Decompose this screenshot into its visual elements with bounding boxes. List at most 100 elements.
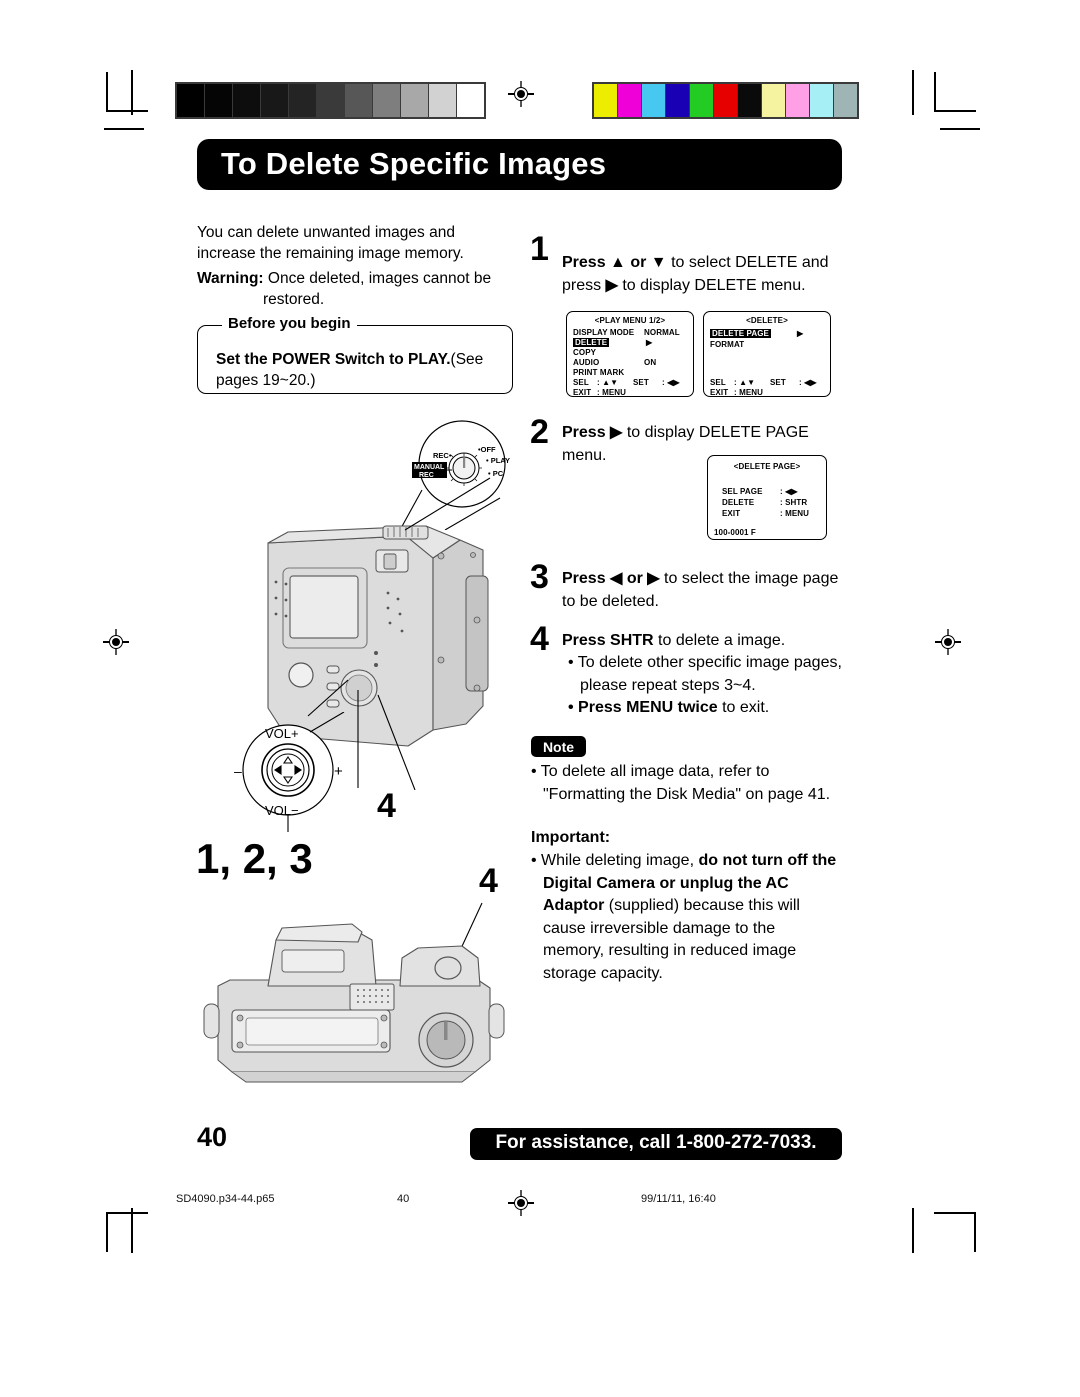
important-line-6: storage capacity. bbox=[543, 964, 663, 982]
page-number: 40 bbox=[197, 1122, 228, 1152]
grayscale-swatch bbox=[345, 84, 372, 117]
lcd-play-sel-value: : ▲▼ bbox=[597, 378, 619, 387]
lcd-dp-row-exit-value: : MENU bbox=[780, 509, 810, 518]
lcd-play-row-printmark: PRINT MARK bbox=[573, 368, 625, 377]
lcd-play-delete-highlight: DELETE bbox=[573, 338, 610, 347]
lcd-dp-file-counter: 100-0001 F bbox=[714, 528, 756, 537]
lcd-play-set-value: : ◀▶ bbox=[662, 378, 680, 387]
right-arrow-icon-3: ▶ bbox=[647, 570, 660, 587]
lcd-delete-page-highlight: DELETE PAGE bbox=[710, 329, 771, 338]
lcd-delete-row-format: FORMAT bbox=[710, 340, 745, 349]
before-you-begin-body: Set the POWER Switch to PLAY.(See pages … bbox=[216, 349, 516, 391]
lcd-delete-sel: SEL bbox=[710, 378, 726, 387]
important-line-3: Adaptor (supplied) because this will bbox=[531, 895, 861, 918]
step-4-bullet-2-bold: • Press MENU twice bbox=[568, 699, 718, 716]
crop-mark-top-right-h bbox=[934, 110, 976, 112]
dial-label-off: •OFF bbox=[478, 445, 496, 454]
color-swatch bbox=[642, 84, 665, 117]
before-you-begin-bold: Set the POWER Switch to PLAY. bbox=[216, 351, 451, 368]
step-4-number: 4 bbox=[530, 620, 549, 658]
crop-mark-bottom-left-h bbox=[106, 1212, 148, 1214]
lcd-play-row-copy: COPY bbox=[573, 348, 597, 357]
step-1-text-a: to select DELETE and bbox=[671, 254, 829, 271]
lcd-dp-row-delete: DELETE bbox=[722, 498, 755, 507]
lcd-play-row-label-selected: DELETE bbox=[573, 338, 610, 347]
step-4-bullet-1: • To delete other specific image pages, bbox=[568, 654, 842, 671]
registration-mark-bottom bbox=[508, 1190, 534, 1216]
important-l1-bold: do not turn off the bbox=[698, 852, 837, 869]
color-swatch bbox=[594, 84, 617, 117]
color-swatch bbox=[810, 84, 833, 117]
intro-text: You can delete unwanted images and incre… bbox=[197, 224, 464, 262]
color-swatch bbox=[618, 84, 641, 117]
dial-label-play: • PLAY bbox=[486, 456, 510, 465]
lcd-dp-row-selpage: SEL PAGE bbox=[722, 487, 763, 496]
color-swatch bbox=[834, 84, 857, 117]
lcd-delete-page-menu: <DELETE PAGE> SEL PAGE : ◀▶ DELETE : SHT… bbox=[707, 455, 827, 540]
footer-timestamp: 99/11/11, 16:40 bbox=[641, 1193, 716, 1205]
leader-button-2 bbox=[377, 694, 416, 790]
page-title: To Delete Specific Images bbox=[221, 146, 607, 181]
lcd-delete-page-title: <DELETE PAGE> bbox=[733, 462, 801, 471]
lcd-dp-row-exit: EXIT bbox=[722, 509, 741, 518]
lcd-play-row-value: NORMAL bbox=[644, 328, 680, 337]
crop-mark-top-right-2 bbox=[912, 70, 914, 115]
lcd-play-menu-title: <PLAY MENU 1/2> bbox=[594, 316, 666, 325]
up-arrow-icon: ▲ bbox=[610, 254, 626, 271]
crop-mark-top-left-2 bbox=[131, 70, 133, 115]
note-line-2: "Formatting the Disk Media" on page 41. bbox=[543, 785, 831, 803]
step-3-number: 3 bbox=[530, 558, 549, 596]
registration-mark-right bbox=[935, 629, 961, 655]
step-3-text-a: to select the image page bbox=[664, 570, 839, 587]
step-3-or: or bbox=[626, 570, 643, 587]
lcd-play-row-label: DISPLAY MODE bbox=[573, 328, 635, 337]
lcd-delete-exit: EXIT bbox=[710, 388, 729, 397]
color-swatch bbox=[690, 84, 713, 117]
note-badge: Note bbox=[531, 736, 586, 757]
right-arrow-icon: ▶ bbox=[605, 276, 618, 294]
footer-file-name: SD4090.p34-44.p65 bbox=[176, 1193, 275, 1205]
lcd-delete-row-selected: DELETE PAGE bbox=[710, 329, 771, 338]
lcd-delete-menu: <DELETE> DELETE PAGE ▶ FORMAT SEL : ▲▼ S… bbox=[703, 311, 831, 397]
dial-label-rec: REC• bbox=[433, 451, 452, 460]
grayscale-swatch bbox=[177, 84, 204, 117]
color-swatch bbox=[738, 84, 761, 117]
step-4-text-a: to delete a image. bbox=[658, 632, 786, 649]
warning-text-2: restored. bbox=[263, 291, 325, 308]
step-2-number: 2 bbox=[530, 413, 549, 451]
crop-mark-bottom-right-v bbox=[974, 1212, 976, 1252]
step-3-text-b: to be deleted. bbox=[562, 592, 659, 610]
important-l2-bold: Digital Camera or unplug the AC bbox=[543, 874, 789, 892]
important-l3-bold: Adaptor bbox=[543, 897, 605, 914]
vol-minus-label: – bbox=[234, 763, 242, 779]
lcd-delete-exit-value: : MENU bbox=[734, 388, 764, 397]
grayscale-swatch bbox=[429, 84, 456, 117]
page-title-banner: To Delete Specific Images bbox=[197, 139, 842, 190]
lcd-play-row-audio: AUDIO bbox=[573, 358, 600, 367]
lcd-delete-row-arrow: ▶ bbox=[797, 329, 804, 338]
color-swatch bbox=[786, 84, 809, 117]
lcd-play-exit: EXIT bbox=[573, 388, 592, 397]
camera-lcd-screen bbox=[289, 575, 359, 639]
lcd-dp-row-delete-value: : SHTR bbox=[780, 498, 808, 507]
step-1-text-c: to display DELETE menu. bbox=[622, 276, 806, 294]
lcd-play-set: SET bbox=[633, 378, 649, 387]
camera-bottom-edge bbox=[231, 1071, 476, 1083]
registration-mark-left bbox=[103, 629, 129, 655]
assistance-banner: For assistance, call 1-800-272-7033. bbox=[470, 1128, 842, 1160]
step-1-number: 1 bbox=[530, 230, 549, 268]
step-4-bold: Press SHTR bbox=[562, 632, 654, 649]
lcd-play-row-audio-value: ON bbox=[644, 358, 657, 367]
important-l3-plain: (supplied) because this will bbox=[604, 897, 800, 914]
note-line-1: • To delete all image data, refer to bbox=[531, 763, 770, 780]
figure-label-left: 1, 2, 3 bbox=[196, 835, 313, 882]
grayscale-swatch bbox=[261, 84, 288, 117]
warning-label: Warning: bbox=[197, 270, 264, 287]
camera-lens-front-ring bbox=[275, 923, 363, 943]
step-4-bullet-2-rest: to exit. bbox=[722, 699, 770, 716]
before-you-begin-line2: pages 19~20.) bbox=[216, 372, 316, 389]
color-swatch bbox=[666, 84, 689, 117]
lcd-play-exit-value: : MENU bbox=[597, 388, 627, 397]
vol-down-label: VOL− bbox=[265, 803, 299, 818]
important-line-4: cause irreversible damage to the bbox=[543, 919, 776, 937]
